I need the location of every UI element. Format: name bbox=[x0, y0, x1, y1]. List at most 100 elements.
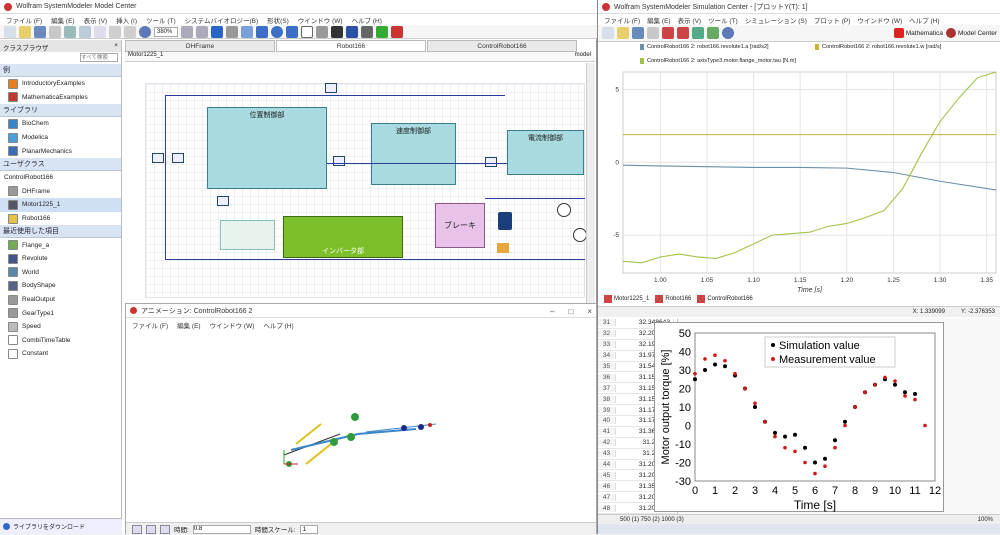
mc-menu-item-0[interactable]: ファイル (F) bbox=[6, 15, 42, 25]
diagram-scrollbar[interactable] bbox=[586, 63, 595, 303]
section-examples[interactable]: 例 bbox=[0, 64, 121, 77]
input-block[interactable] bbox=[152, 153, 164, 163]
legend-entry-0[interactable]: ControlRobot166 2: robot166.revolute1.a … bbox=[640, 44, 769, 50]
limiter-block[interactable] bbox=[333, 156, 345, 166]
tab-robot166[interactable]: Robot166 bbox=[276, 40, 426, 52]
mathematica-button[interactable]: Mathematica bbox=[893, 28, 943, 38]
animate-icon[interactable] bbox=[692, 27, 704, 39]
copy-icon[interactable] bbox=[79, 25, 91, 38]
mc-menu-item-8[interactable]: ヘルプ (H) bbox=[352, 15, 382, 25]
save-icon[interactable] bbox=[34, 25, 46, 38]
model-tab-1[interactable]: Robot166 bbox=[655, 295, 691, 303]
minimize-icon[interactable]: – bbox=[550, 307, 554, 316]
fill-color-icon[interactable] bbox=[346, 25, 358, 38]
play-icon[interactable] bbox=[132, 524, 142, 534]
line-color-icon[interactable] bbox=[331, 25, 343, 38]
open-icon[interactable] bbox=[19, 25, 31, 38]
plot-icon[interactable] bbox=[662, 27, 674, 39]
simulate-icon[interactable] bbox=[391, 25, 403, 38]
mc-menu-item-5[interactable]: システムバイオロジー(B) bbox=[185, 15, 258, 25]
sim-menu-item-2[interactable]: 表示 (V) bbox=[678, 15, 701, 25]
recent-item-5[interactable]: GearType1 bbox=[0, 306, 121, 320]
speed-sensor-icon[interactable] bbox=[557, 203, 571, 217]
zoom-in-icon[interactable] bbox=[181, 25, 193, 38]
recent-item-7[interactable]: CombiTimeTable bbox=[0, 334, 121, 348]
section-libraries[interactable]: ライブラリ bbox=[0, 104, 121, 118]
mc-menu-item-2[interactable]: 表示 (V) bbox=[84, 15, 107, 25]
current-control-block[interactable]: 電流制御部 bbox=[507, 130, 584, 175]
select-arrow-icon[interactable] bbox=[211, 25, 223, 38]
legend-entry-2[interactable]: ControlRobot166 2: axisType3.motor.flang… bbox=[640, 58, 796, 64]
time-input[interactable] bbox=[192, 524, 251, 534]
velocity-control-block[interactable]: 速度制御部 bbox=[371, 123, 456, 185]
library-item-2[interactable]: PlanarMechanics bbox=[0, 144, 121, 158]
cut-icon[interactable] bbox=[64, 25, 76, 38]
user-class-item-0[interactable]: DHFrame bbox=[0, 185, 121, 199]
mc-menu-item-7[interactable]: ウインドウ (W) bbox=[298, 15, 343, 25]
rectangle-tool-icon[interactable] bbox=[256, 25, 268, 38]
save-icon[interactable] bbox=[632, 27, 644, 39]
stop-icon[interactable] bbox=[160, 524, 170, 534]
sim-menu-item-7[interactable]: ヘルプ (H) bbox=[909, 15, 939, 25]
sim-menu-item-1[interactable]: 編集 (E) bbox=[647, 15, 670, 25]
line-style-icon[interactable] bbox=[361, 25, 373, 38]
library-item-0[interactable]: BioChem bbox=[0, 117, 121, 131]
print-icon[interactable] bbox=[49, 25, 61, 38]
sim-menu-item-3[interactable]: ツール (T) bbox=[708, 15, 738, 25]
anim-menu-item-0[interactable]: ファイル (F) bbox=[132, 320, 168, 330]
sim-menu-item-4[interactable]: シミュレーション (S) bbox=[745, 15, 807, 25]
polygon-tool-icon[interactable] bbox=[286, 25, 298, 38]
text-tool-icon[interactable] bbox=[301, 25, 313, 38]
simulate-icon[interactable] bbox=[707, 27, 719, 39]
recent-item-0[interactable]: Flange_a bbox=[0, 238, 121, 252]
mc-menu-item-4[interactable]: ツール (T) bbox=[146, 15, 176, 25]
recent-item-3[interactable]: BodyShape bbox=[0, 279, 121, 293]
time-scale-select[interactable]: 1 bbox=[299, 524, 318, 534]
connect-icon[interactable] bbox=[226, 25, 238, 38]
recent-item-8[interactable]: Constant bbox=[0, 347, 121, 361]
mc-menu-item-6[interactable]: 形状(S) bbox=[267, 15, 289, 25]
example-item-0[interactable]: IntroductoryExamples bbox=[0, 77, 121, 91]
anim-menu-item-1[interactable]: 編集 (E) bbox=[177, 320, 200, 330]
ellipse-tool-icon[interactable] bbox=[271, 25, 283, 38]
recent-item-6[interactable]: Speed bbox=[0, 320, 121, 334]
brake-block[interactable]: ブレーキ bbox=[435, 203, 485, 248]
close-icon[interactable]: × bbox=[587, 307, 592, 316]
animation-viewport[interactable] bbox=[126, 332, 596, 522]
gain-block[interactable] bbox=[172, 153, 184, 163]
parametric-plot-icon[interactable] bbox=[677, 27, 689, 39]
zoom-select[interactable]: 380% bbox=[154, 26, 178, 37]
motor-icon[interactable] bbox=[498, 212, 512, 230]
redo-icon[interactable] bbox=[124, 25, 136, 38]
maximize-icon[interactable]: □ bbox=[568, 307, 573, 316]
library-item-1[interactable]: Modelica bbox=[0, 131, 121, 145]
summer-block[interactable] bbox=[485, 157, 497, 167]
example-item-1[interactable]: MathematicaExamples bbox=[0, 91, 121, 105]
torque-chart[interactable]: 50403020100-10-20-300 1 2 3 4 5 6 7 8 9 10 11 12Time… bbox=[655, 323, 945, 513]
bitmap-tool-icon[interactable] bbox=[316, 25, 328, 38]
mc-menu-item-3[interactable]: 挿入 (I) bbox=[116, 15, 137, 25]
sensor-block[interactable] bbox=[325, 83, 337, 93]
line-plot[interactable]: 1.00 1.05 1.10 1.15 1.20 1.25 1.30 1.3550-5Time… bbox=[598, 68, 1000, 293]
new-icon[interactable] bbox=[4, 25, 16, 38]
section-recent[interactable]: 最近使用した項目 bbox=[0, 225, 121, 239]
battery-icon[interactable] bbox=[497, 243, 509, 253]
recent-item-4[interactable]: RealOutput bbox=[0, 293, 121, 307]
sim-menu-item-5[interactable]: プロット (P) bbox=[814, 15, 850, 25]
paste-icon[interactable] bbox=[94, 25, 106, 38]
info-icon[interactable] bbox=[139, 25, 151, 38]
line-tool-icon[interactable] bbox=[241, 25, 253, 38]
torque-sensor-icon[interactable] bbox=[573, 228, 587, 242]
anim-menu-item-3[interactable]: ヘルプ (H) bbox=[263, 320, 293, 330]
undo-icon[interactable] bbox=[109, 25, 121, 38]
download-bar[interactable]: ライブラリをダウンロード bbox=[0, 518, 122, 534]
info-icon[interactable] bbox=[722, 27, 734, 39]
recent-item-2[interactable]: World bbox=[0, 266, 121, 280]
pause-icon[interactable] bbox=[146, 524, 156, 534]
zoom-out-icon[interactable] bbox=[196, 25, 208, 38]
table-plot-block[interactable] bbox=[220, 220, 275, 250]
sim-menu-item-0[interactable]: ファイル (F) bbox=[604, 15, 640, 25]
user-class-item-1[interactable]: Motor1225_1 bbox=[0, 198, 121, 212]
anim-menu-item-2[interactable]: ウインドウ (W) bbox=[210, 320, 255, 330]
close-icon[interactable]: × bbox=[114, 42, 118, 50]
